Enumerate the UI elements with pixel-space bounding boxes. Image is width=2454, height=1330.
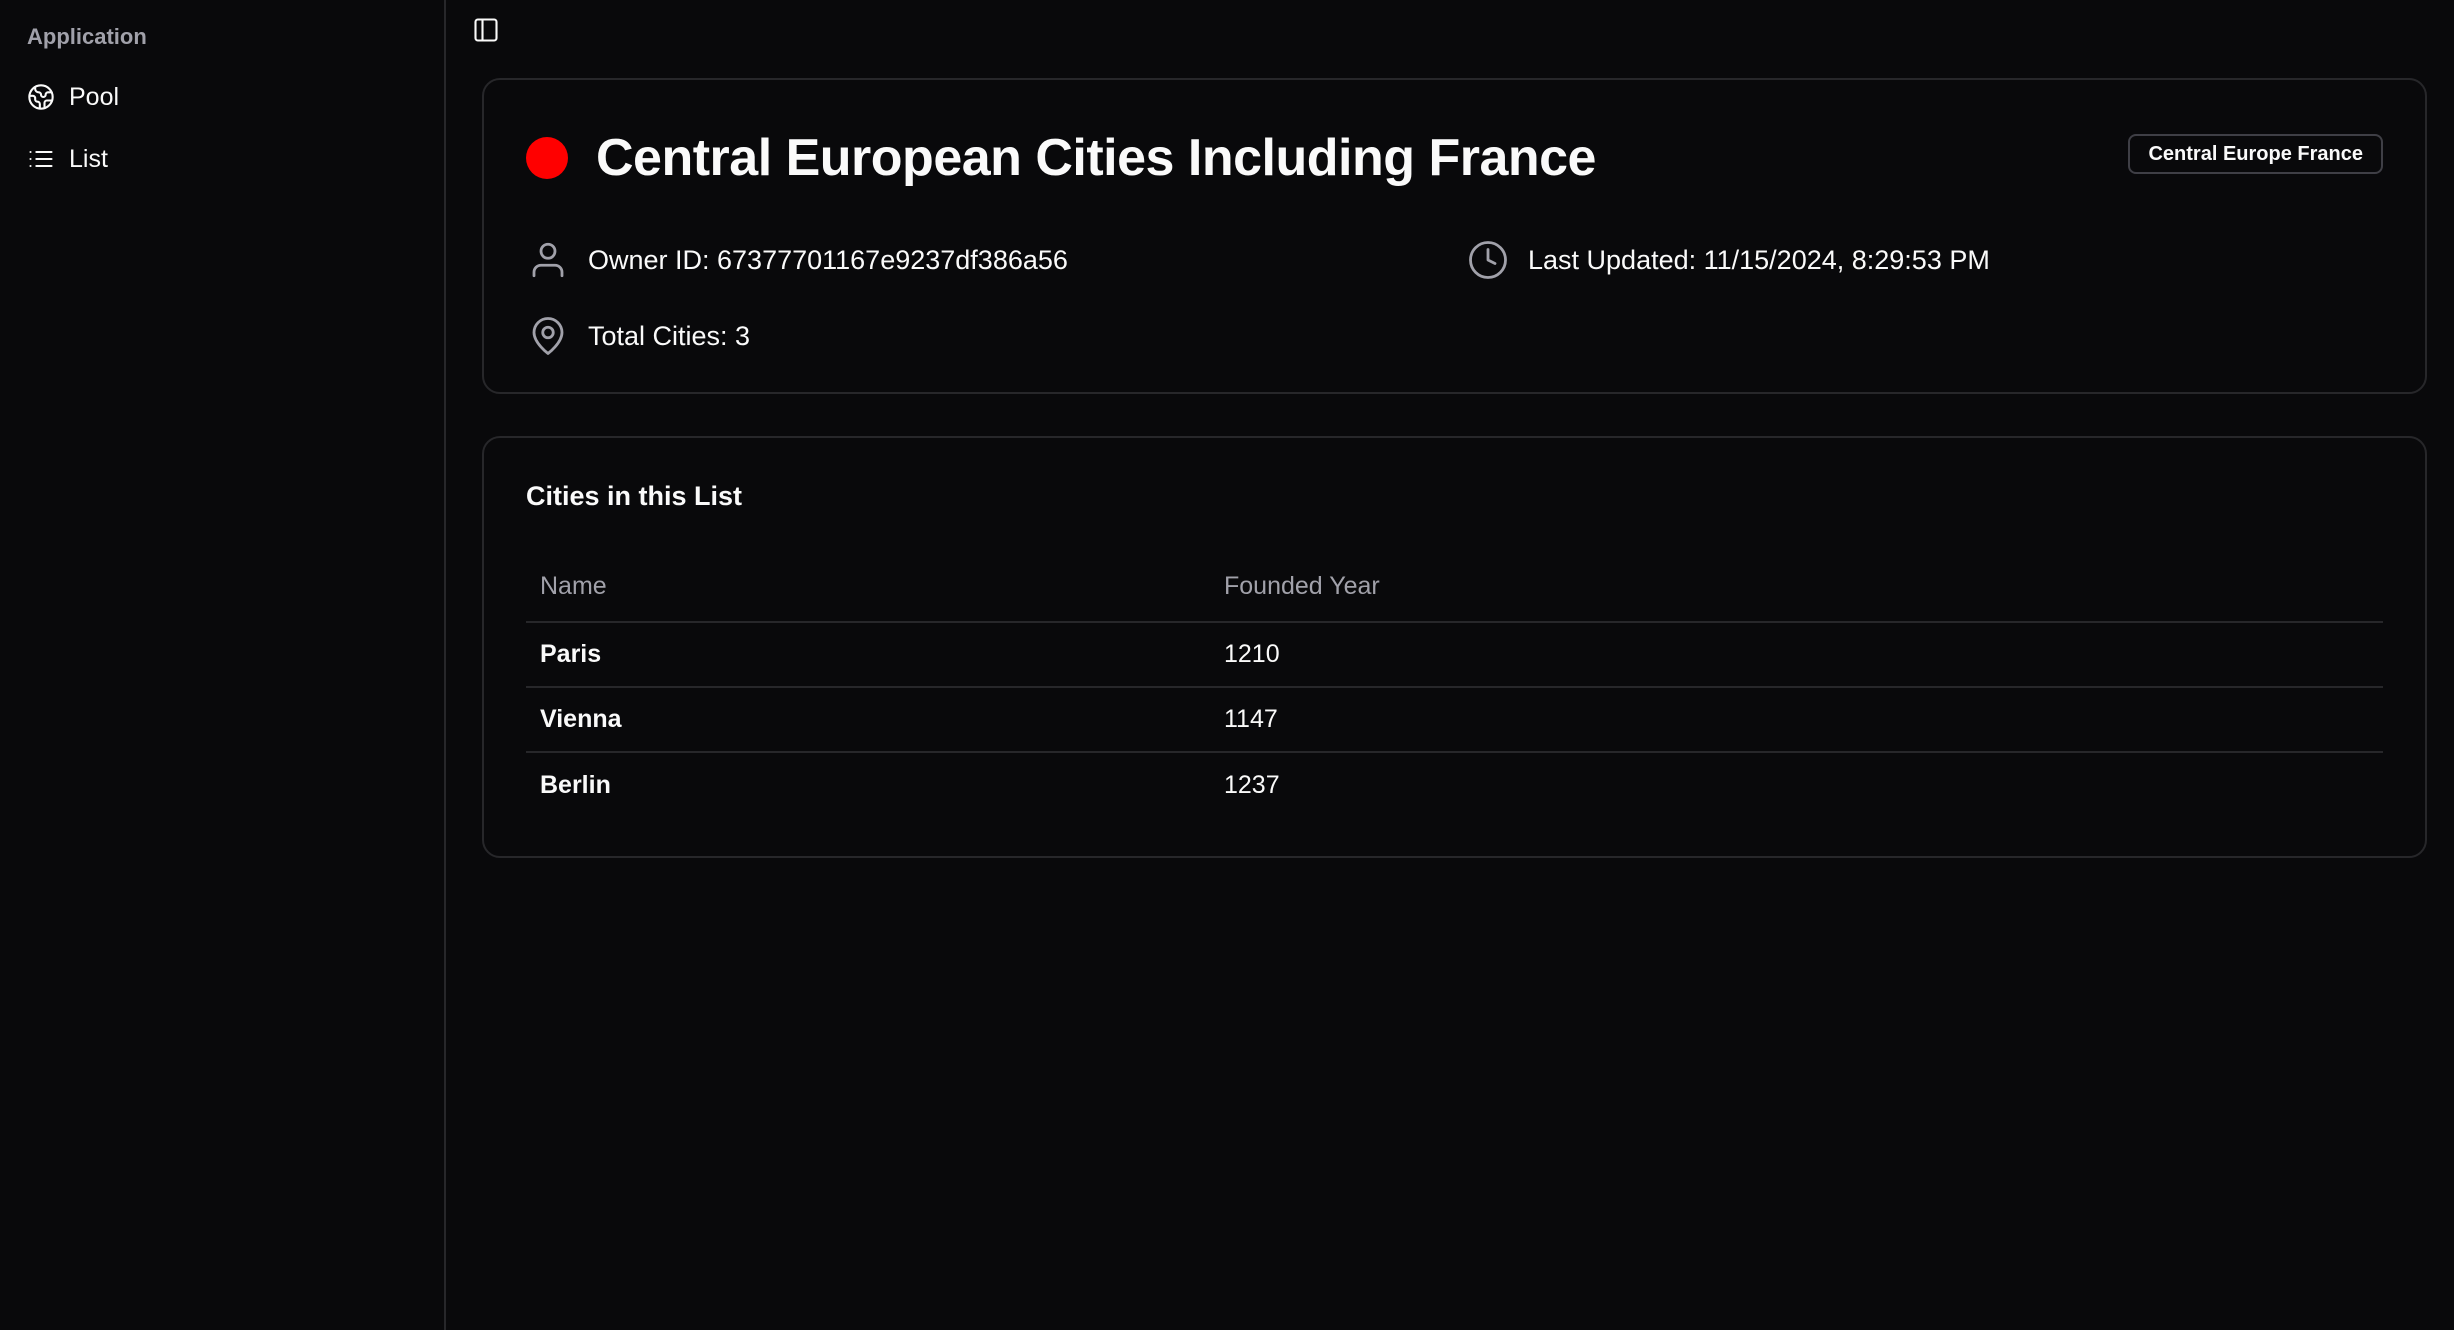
city-name-cell: Berlin	[540, 770, 611, 799]
globe-icon	[27, 83, 55, 111]
owner-info: Owner ID: 67377701167e9237df386a56	[526, 236, 1466, 284]
map-pin-icon	[526, 314, 570, 358]
city-name-cell: Vienna	[526, 687, 1210, 753]
panel-left-icon	[472, 16, 500, 44]
sidebar-item-list[interactable]: List	[14, 130, 430, 188]
column-header-name: Name	[526, 552, 1210, 623]
column-header-year: Founded Year	[1210, 552, 2383, 623]
list-icon	[27, 145, 55, 173]
section-title: Cities in this List	[526, 481, 743, 511]
sidebar-toggle-button[interactable]	[464, 8, 508, 52]
table-row[interactable]: Berlin 1237	[526, 752, 2383, 817]
founded-year-cell: 1147	[1210, 687, 2383, 753]
region-badge: Central Europe France	[2128, 134, 2383, 174]
table-row[interactable]: Paris 1210	[526, 622, 2383, 688]
sidebar-item-label: List	[69, 144, 108, 173]
sidebar-item-label: Pool	[69, 82, 120, 111]
status-indicator	[526, 137, 568, 179]
meta-grid: Owner ID: 67377701167e9237df386a56 Last …	[526, 236, 2383, 360]
founded-year-cell: 1210	[1210, 622, 2383, 688]
clock-icon	[1466, 238, 1510, 282]
table-header-row: Name Founded Year	[526, 552, 2383, 623]
cities-table: Name Founded Year Paris 1210 Vienna 1147…	[526, 552, 2383, 817]
total-info: Total Cities: 3	[526, 312, 1466, 360]
main-content: Central European Cities Including France…	[446, 0, 2454, 1330]
user-icon	[526, 238, 570, 282]
total-cities-text: Total Cities: 3	[588, 320, 751, 351]
title-row: Central European Cities Including France	[526, 80, 2383, 236]
sidebar-item-pool[interactable]: Pool	[14, 68, 430, 126]
app-root: Application Pool List Central European C…	[0, 0, 2454, 1330]
page-title: Central European Cities Including France	[596, 129, 1596, 187]
table-row[interactable]: Vienna 1147	[526, 687, 2383, 753]
sidebar-group-label: Application	[27, 24, 147, 49]
updated-info: Last Updated: 11/15/2024, 8:29:53 PM	[1466, 236, 2383, 284]
sidebar: Application Pool List	[0, 0, 446, 1330]
city-name-cell: Paris	[526, 622, 1210, 688]
owner-id-text: Owner ID: 67377701167e9237df386a56	[588, 244, 1068, 275]
list-header-card: Central European Cities Including France…	[482, 78, 2427, 394]
cities-card: Cities in this List Name Founded Year Pa…	[482, 436, 2427, 858]
last-updated-text: Last Updated: 11/15/2024, 8:29:53 PM	[1528, 244, 1990, 275]
founded-year-cell: 1237	[1224, 770, 1280, 799]
